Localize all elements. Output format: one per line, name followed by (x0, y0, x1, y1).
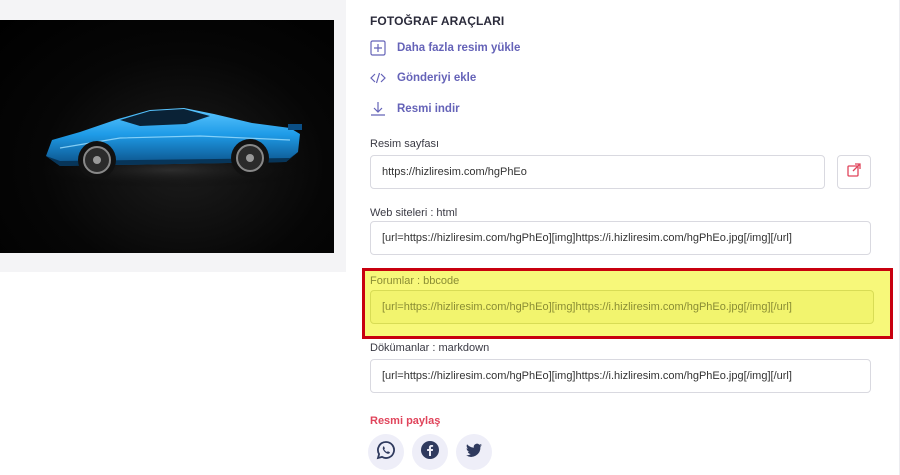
download-image-label: Resmi indir (397, 103, 460, 115)
share-twitter-button[interactable] (456, 434, 492, 470)
upload-more-label: Daha fazla resim yükle (397, 42, 521, 54)
twitter-icon (464, 440, 484, 465)
website-html-label: Web siteleri : html (370, 207, 458, 219)
code-icon (370, 70, 386, 86)
tools-title: FOTOĞRAF ARAÇLARI (370, 14, 505, 28)
website-html-input[interactable]: [url=https://hizliresim.com/hgPhEo][img]… (370, 221, 871, 255)
download-image-action[interactable]: Resmi indir (370, 100, 460, 118)
uploaded-photo (0, 20, 334, 253)
facebook-icon (420, 440, 440, 465)
share-title: Resmi paylaş (370, 415, 441, 427)
docs-markdown-input[interactable]: [url=https://hizliresim.com/hgPhEo][img]… (370, 359, 871, 393)
embed-post-action[interactable]: Gönderiyi ekle (370, 69, 476, 87)
share-whatsapp-button[interactable] (368, 434, 404, 470)
image-preview-panel (0, 0, 346, 272)
image-page-label: Resim sayfası (370, 138, 440, 150)
share-facebook-button[interactable] (412, 434, 448, 470)
photo-tools-panel: FOTOĞRAF ARAÇLARI Daha fazla resim yükle… (346, 0, 900, 475)
whatsapp-icon (376, 440, 396, 465)
open-link-button[interactable] (837, 155, 871, 189)
download-icon (370, 101, 386, 117)
plus-square-icon (370, 40, 386, 56)
car-illustration (20, 108, 320, 188)
external-link-icon (847, 162, 861, 182)
docs-markdown-label: Dökümanlar : markdown (370, 342, 490, 354)
forums-bbcode-highlight: Forumlar : bbcode [url=https://hizliresi… (362, 268, 893, 339)
image-page-input[interactable]: https://hizliresim.com/hgPhEo (370, 155, 825, 189)
forums-bbcode-label: Forumlar : bbcode (370, 275, 460, 287)
forums-bbcode-input[interactable]: [url=https://hizliresim.com/hgPhEo][img]… (370, 290, 874, 324)
upload-more-action[interactable]: Daha fazla resim yükle (370, 39, 520, 57)
embed-post-label: Gönderiyi ekle (397, 72, 477, 84)
